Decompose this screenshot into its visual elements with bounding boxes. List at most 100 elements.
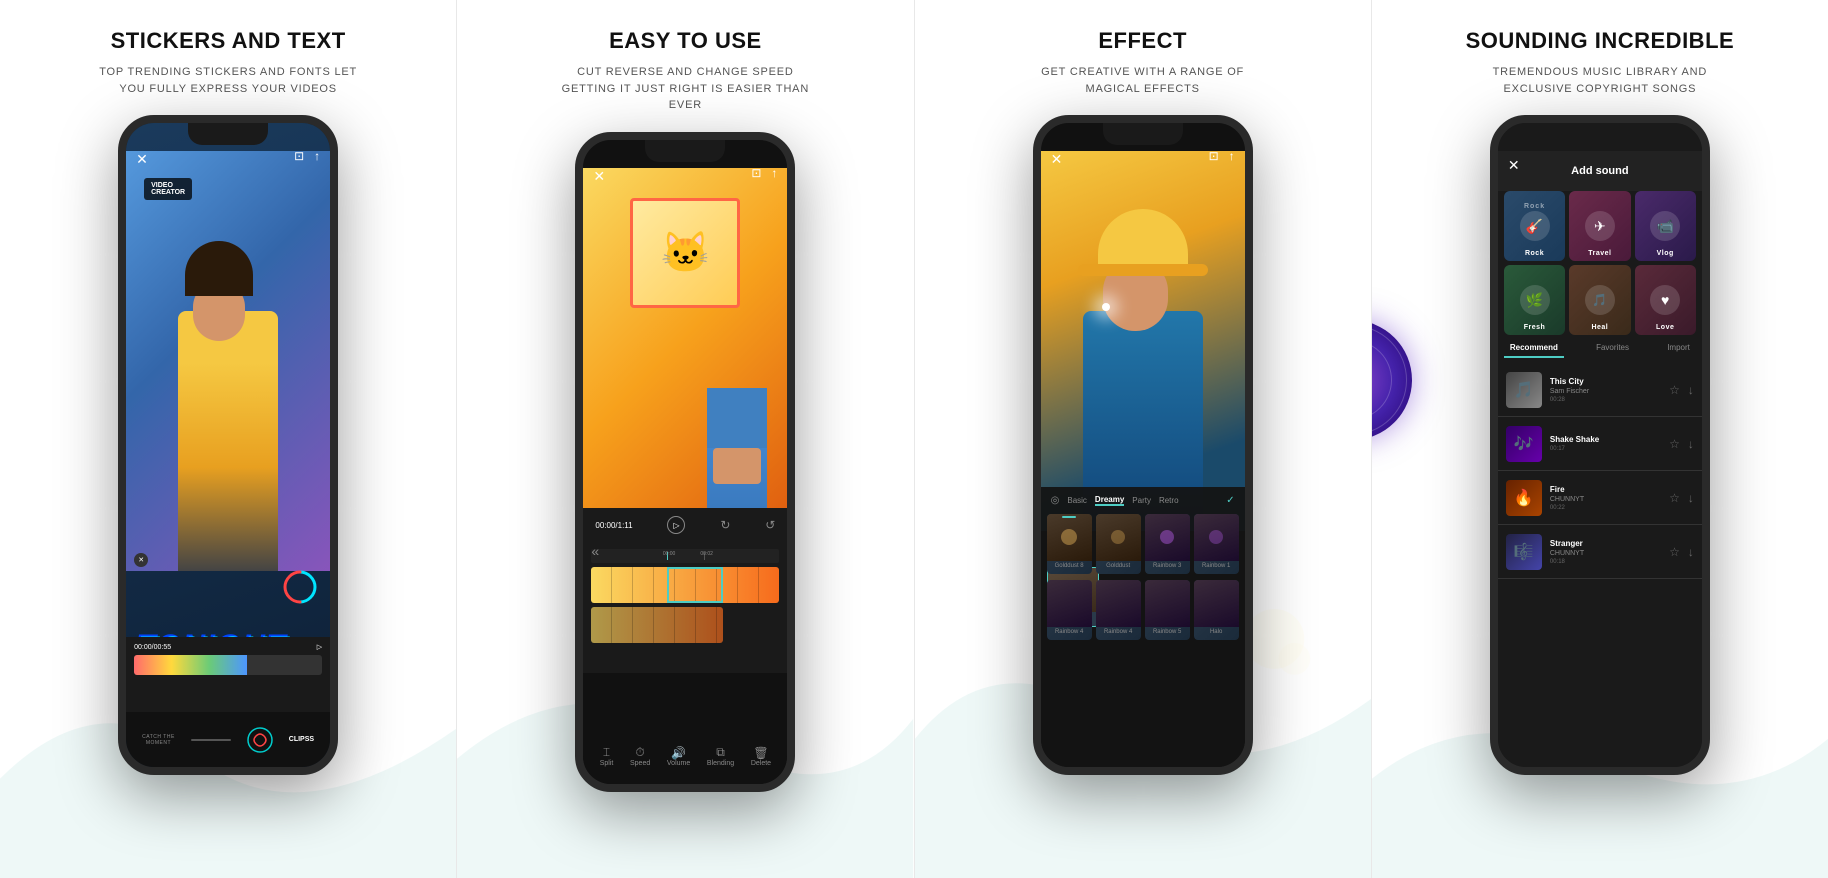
p2-close-button[interactable]: ✕ — [593, 168, 605, 185]
p3-photo-area — [1041, 151, 1245, 531]
p4-song-actions-2: ☆ ↓ — [1669, 491, 1694, 505]
p4-tab-import[interactable]: Import — [1661, 339, 1696, 358]
phone-1-screen: ✕ ⊡ ↑ VIDEO CREATOR — [126, 123, 330, 767]
p2-hand-graphic — [707, 388, 767, 508]
phone-2-screen: 🐱 ✕ ⊡ ↑ 00:00/1:11 — [583, 140, 787, 784]
p4-song-star-1[interactable]: ☆ — [1669, 437, 1680, 451]
phone-3-screen: ✕ ⊡ ↑ 00:09/0:14 ▷ — [1041, 123, 1245, 767]
p1-brand-name: CLIPSS — [289, 736, 314, 743]
p3-effect-rainbow1[interactable]: Rainbow 1 — [1194, 514, 1239, 574]
p2-bottom-toolbar: ⌶ Split ⏱ Speed 🔊 Volume ⧉ Blending — [583, 729, 787, 784]
p3-effect-rainbow3[interactable]: Rainbow 3 — [1145, 514, 1190, 574]
p4-song-info-2: Fire CHUNNYT 00:22 — [1550, 485, 1669, 511]
p4-genre-travel[interactable]: ✈ Travel — [1569, 191, 1630, 261]
p2-blending-tool[interactable]: ⧉ Blending — [707, 745, 734, 767]
p4-song-duration-0: 00:28 — [1550, 397, 1669, 403]
p4-song-download-3[interactable]: ↓ — [1688, 545, 1694, 559]
panel-3-subtitle: GET CREATIVE WITH A RANGE OF MAGICAL EFF… — [1013, 64, 1273, 97]
p2-expand-icon[interactable]: ⊡ — [751, 166, 761, 180]
p2-undo-icon[interactable]: ↺ — [765, 518, 775, 532]
p2-delete-tool[interactable]: 🗑 Delete — [751, 746, 771, 767]
p4-music-tabs: Recommend Favorites Import — [1504, 339, 1696, 358]
p2-split-tool[interactable]: ⌶ Split — [600, 745, 614, 767]
p4-tab-favorites[interactable]: Favorites — [1590, 339, 1635, 358]
panel-sounding-incredible: SOUNDING INCREDIBLE TREMENDOUS MUSIC LIB… — [1372, 0, 1828, 878]
p2-second-track[interactable] — [591, 607, 723, 643]
p4-song-thumb-1: 🎶 — [1506, 426, 1542, 462]
p2-redo-icon[interactable]: ↻ — [720, 518, 730, 532]
panel-2-subtitle: CUT REVERSE AND CHANGE SPEED GETTING IT … — [555, 64, 815, 114]
p3-tab-retro[interactable]: Retro — [1159, 496, 1179, 505]
p4-song-duration-3: 00:18 — [1550, 559, 1669, 565]
p4-song-download-0[interactable]: ↓ — [1688, 383, 1694, 397]
p2-play-button[interactable]: ▷ — [667, 516, 685, 534]
p4-song-thumb-0: 🎵 — [1506, 372, 1542, 408]
p3-effect-rainbow4b[interactable]: Rainbow 4 — [1096, 580, 1141, 640]
p4-genre-heal[interactable]: 🎵 Heal — [1569, 265, 1630, 335]
p1-export-icon[interactable]: ↑ — [314, 149, 320, 163]
p4-song-star-2[interactable]: ☆ — [1669, 491, 1680, 505]
p3-close-button[interactable]: ✕ — [1051, 151, 1063, 168]
p2-speed-tool[interactable]: ⏱ Speed — [630, 745, 650, 767]
p3-expand-icon[interactable]: ⊡ — [1209, 149, 1219, 163]
p3-tab-basic[interactable]: Basic — [1067, 496, 1087, 505]
p3-effect-grid-row1: Golddust 8 Golddust Rainbo — [1047, 514, 1239, 574]
p3-confirm-icon[interactable]: ✓ — [1226, 495, 1234, 506]
p4-song-download-2[interactable]: ↓ — [1688, 491, 1694, 505]
p4-genre-rock-label: Rock — [1504, 250, 1565, 257]
p3-top-icons: ⊡ ↑ — [1209, 149, 1235, 163]
p3-effects-panel: Golddust 8 ◎ Basic Dreamy Party Retro ✓ — [1041, 487, 1245, 767]
p4-song-star-3[interactable]: ☆ — [1669, 545, 1680, 559]
phone-1-frame: ✕ ⊡ ↑ VIDEO CREATOR — [118, 115, 338, 775]
p1-bottom-toolbar: CATCH THE MOMENT CLIPSS — [126, 712, 330, 767]
p2-back-icon[interactable]: « — [591, 543, 599, 559]
panel-1-subtitle: TOP TRENDING STICKERS AND FONTS LET YOU … — [98, 64, 358, 97]
p4-song-list: 🎵 This City Sam Fischer 00:28 ☆ ↓ — [1498, 363, 1702, 767]
p4-genre-fresh-label: Fresh — [1504, 324, 1565, 331]
p2-timeline-area: + 00:00 00:02 — [583, 543, 787, 673]
p2-volume-tool[interactable]: 🔊 Volume — [667, 746, 690, 767]
p4-song-item-0[interactable]: 🎵 This City Sam Fischer 00:28 ☆ ↓ — [1498, 363, 1702, 417]
p2-video-area: 🐱 — [583, 168, 787, 508]
p3-tab-icon: ◎ — [1051, 495, 1060, 506]
p4-song-actions-0: ☆ ↓ — [1669, 383, 1694, 397]
p2-ruler: 00:00 00:02 — [591, 549, 779, 563]
p4-song-star-0[interactable]: ☆ — [1669, 383, 1680, 397]
p4-close-button[interactable]: ✕ — [1508, 157, 1520, 174]
p3-export-icon[interactable]: ↑ — [1229, 149, 1235, 163]
p3-effect-rainbow4a[interactable]: Rainbow 4 — [1047, 580, 1092, 640]
panel-2-title: EASY TO USE — [609, 28, 762, 54]
p4-song-item-3[interactable]: 🎼 Stranger CHUNNYT 00:18 ☆ ↓ — [1498, 525, 1702, 579]
phone-4-notch — [1560, 123, 1640, 145]
p4-genre-love[interactable]: ♥ Love — [1635, 265, 1696, 335]
p4-song-item-1[interactable]: 🎶 Shake Shake 00:17 ☆ ↓ — [1498, 417, 1702, 471]
p1-play-icon[interactable]: ▷ — [317, 643, 322, 651]
phone-3-frame: ✕ ⊡ ↑ 00:09/0:14 ▷ — [1033, 115, 1253, 775]
p3-tab-dreamy[interactable]: Dreamy — [1095, 495, 1124, 506]
p1-timeline-bar[interactable] — [134, 655, 322, 675]
p3-effect-halo[interactable]: Halo — [1194, 580, 1239, 640]
p3-effect-golddust8[interactable]: Golddust 8 — [1047, 514, 1092, 574]
p4-genre-vlog[interactable]: 📹 Vlog — [1635, 191, 1696, 261]
p3-effect-golddust[interactable]: Golddust — [1096, 514, 1141, 574]
panel-1-title: STICKERS AND TEXT — [111, 28, 346, 54]
phone-2-frame: 🐱 ✕ ⊡ ↑ 00:00/1:11 — [575, 132, 795, 792]
p4-genre-rock[interactable]: Rock 🎸 Rock — [1504, 191, 1565, 261]
p4-song-artist-0: Sam Fischer — [1550, 388, 1669, 395]
p3-tab-party[interactable]: Party — [1132, 496, 1151, 505]
p1-close-button[interactable]: ✕ — [136, 151, 148, 168]
p4-genre-fresh[interactable]: 🌿 Fresh — [1504, 265, 1565, 335]
p4-song-item-2[interactable]: 🔥 Fire CHUNNYT 00:22 ☆ ↓ — [1498, 471, 1702, 525]
p4-genre-love-label: Love — [1635, 324, 1696, 331]
phone-2-notch — [645, 140, 725, 162]
p3-effect-rainbow5[interactable]: Rainbow 5 — [1145, 580, 1190, 640]
p2-video-track[interactable] — [591, 567, 779, 603]
p4-tab-recommend[interactable]: Recommend — [1504, 339, 1564, 358]
p3-effect-tabs: ◎ Basic Dreamy Party Retro ✓ — [1047, 495, 1239, 506]
p1-expand-icon[interactable]: ⊡ — [294, 149, 304, 163]
p4-song-download-1[interactable]: ↓ — [1688, 437, 1694, 451]
p1-swirl-decoration — [280, 567, 320, 607]
p2-export-icon[interactable]: ↑ — [771, 166, 777, 180]
phone-4-frame: Add sound ✕ Rock 🎸 Rock ✈ — [1490, 115, 1710, 775]
p4-song-info-1: Shake Shake 00:17 — [1550, 435, 1669, 452]
